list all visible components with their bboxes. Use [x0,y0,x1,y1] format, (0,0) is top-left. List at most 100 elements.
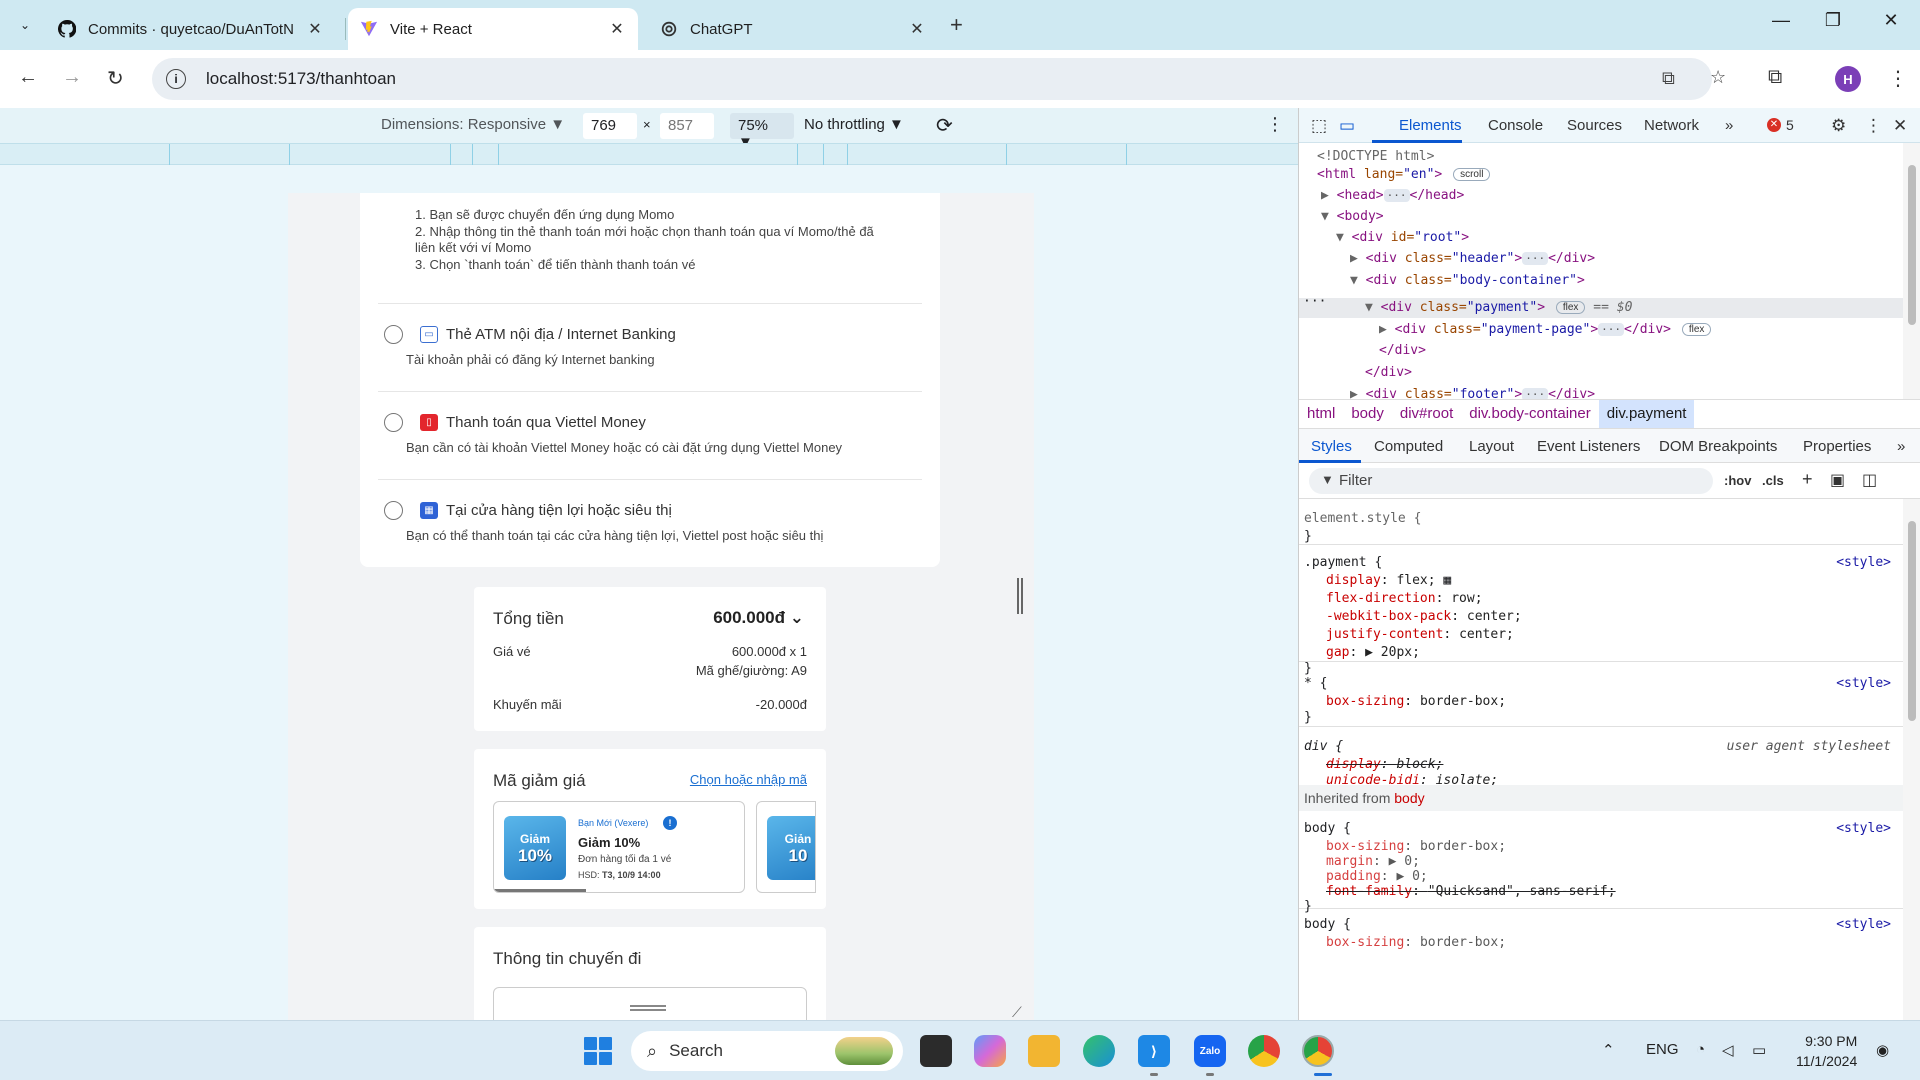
coupon-item[interactable]: Giản 10 [756,801,816,893]
forward-icon[interactable]: → [62,66,82,89]
collapse-arrow-icon[interactable]: ▼ [1336,230,1344,245]
tab-close-icon[interactable]: ✕ [306,19,324,39]
radio-button[interactable] [384,413,403,432]
height-input[interactable]: 857 [660,113,714,139]
collapsed-ellipsis[interactable]: ··· [1598,323,1625,336]
breadcrumb-html[interactable]: html [1299,400,1343,428]
row-options-icon[interactable]: ··· [1303,294,1326,309]
windows-start-icon[interactable] [584,1037,612,1065]
tab-layout[interactable]: Layout [1469,438,1514,455]
system-clock[interactable]: 9:30 PM 11/1/2024 [1796,1031,1857,1071]
rule-universal[interactable]: * { <style> box-sizing: border-box; } [1299,662,1903,727]
chrome-profile-icon[interactable] [1302,1035,1334,1067]
more-tabs-icon[interactable]: » [1725,117,1733,134]
more-subtabs-icon[interactable]: » [1897,438,1905,455]
rule-source-link[interactable]: <style> [1836,676,1891,691]
task-view-icon[interactable] [920,1035,952,1067]
rule-element-style[interactable]: element.style { } [1299,499,1903,545]
tab-computed[interactable]: Computed [1374,438,1443,455]
tab-search-button[interactable]: ⌄ [12,12,38,38]
dimensions-select[interactable]: Dimensions: Responsive ▼ [381,116,565,133]
chrome-menu-icon[interactable]: ⋮ [1888,66,1908,91]
battery-icon[interactable]: ▭ [1752,1041,1766,1059]
tab-dom-breakpoints[interactable]: DOM Breakpoints [1659,438,1777,455]
reload-icon[interactable]: ↻ [107,66,124,91]
dom-node-head[interactable]: ▶ <head> ··· </head> [1321,188,1464,203]
tab-commits[interactable]: Commits · quyetcao/DuAnTotN ✕ [46,8,336,50]
dom-scrollbar[interactable] [1903,143,1920,399]
styles-scrollbar[interactable] [1903,499,1920,1020]
tab-chatgpt[interactable]: ChatGPT ✕ [648,8,938,50]
breadcrumb-root[interactable]: div#root [1392,400,1461,428]
collapsed-ellipsis[interactable]: ··· [1522,252,1549,265]
copilot-icon[interactable] [974,1035,1006,1067]
css-property-overridden[interactable]: font-family: "Quicksand", sans-serif; [1326,884,1616,899]
css-property[interactable]: box-sizing: border-box; [1326,694,1506,709]
inspect-element-icon[interactable]: ⬚ [1311,116,1327,136]
throttling-select[interactable]: No throttling ▼ [804,116,904,133]
breadcrumb-payment[interactable]: div.payment [1598,400,1695,428]
inherited-element-link[interactable]: body [1394,790,1424,806]
radio-button[interactable] [384,501,403,520]
zoom-select[interactable]: 75% ▼ [730,113,794,151]
css-property[interactable]: margin: ▶ 0; [1326,854,1420,869]
rule-source-link[interactable]: <style> [1836,555,1891,570]
collapsed-ellipsis[interactable]: ··· [1522,388,1549,399]
profile-avatar[interactable]: H [1835,66,1861,92]
rotate-icon[interactable]: ⟳ [936,113,953,138]
address-bar[interactable]: i localhost:5173/thanhtoan ⧉ ☆ [152,58,1726,100]
viewport-resize-handle-right[interactable] [1017,578,1023,614]
styles-filter-input[interactable]: ▼ Filter [1309,468,1713,494]
tab-close-icon[interactable]: ✕ [608,19,626,39]
expand-arrow-icon[interactable]: ▶ [1350,251,1358,266]
payment-option-store[interactable]: ▦ Tại cửa hàng tiện lợi hoặc siêu thị Bạ… [384,501,924,551]
tab-console[interactable]: Console [1488,117,1543,134]
width-input[interactable]: 769 [583,113,637,139]
css-property[interactable]: gap: ▶ 20px; [1326,645,1420,660]
show-hidden-icons[interactable]: ⌃ [1602,1041,1615,1059]
dom-node-footer[interactable]: ▶ <div class="footer"> ··· </div> [1350,387,1595,399]
settings-gear-icon[interactable]: ⚙ [1831,116,1846,136]
file-explorer-icon[interactable] [1028,1035,1060,1067]
expand-arrow-icon[interactable]: ▶ [1379,322,1387,337]
flex-badge[interactable]: flex [1681,323,1712,336]
rule-body[interactable]: body { <style> box-sizing: border-box; m… [1299,811,1903,914]
language-indicator[interactable]: ENG [1646,1041,1679,1058]
rule-source-link[interactable]: <style> [1836,821,1891,836]
device-more-icon[interactable]: ⋮ [1266,114,1284,135]
tab-event-listeners[interactable]: Event Listeners [1537,438,1640,455]
notification-bell-icon[interactable]: ◉ [1876,1041,1889,1059]
bookmark-star-icon[interactable]: ☆ [1710,67,1726,88]
payment-option-viettel-money[interactable]: ▯ Thanh toán qua Viettel Money Bạn cần c… [384,413,924,463]
zalo-icon[interactable]: Zalo [1194,1035,1226,1067]
error-count-badge[interactable]: ✕ 5 [1767,117,1794,133]
radio-button[interactable] [384,325,403,344]
volume-icon[interactable]: ◁ [1722,1041,1734,1059]
device-toggle-icon[interactable]: ▭ [1339,116,1355,136]
cls-toggle[interactable]: .cls [1762,473,1784,488]
rule-source-link[interactable]: <style> [1836,917,1891,932]
expand-arrow-icon[interactable]: ▶ [1321,188,1329,203]
dom-doctype[interactable]: <!DOCTYPE html> [1317,149,1434,164]
css-property[interactable]: box-sizing: border-box; [1326,839,1506,854]
dom-close-tag[interactable]: </div> [1365,365,1412,380]
add-rule-icon[interactable]: + [1802,469,1813,490]
translate-icon[interactable]: ⧉ [1662,68,1675,89]
info-icon[interactable]: ! [663,816,677,830]
dom-close-tag[interactable]: </div> [1379,343,1426,358]
devtools-menu-icon[interactable]: ⋮ [1865,116,1882,136]
tab-sources[interactable]: Sources [1567,117,1622,134]
close-window-icon[interactable]: ✕ [1868,10,1914,31]
sidebar-toggle-icon[interactable]: ◫ [1862,470,1877,490]
collapse-arrow-icon[interactable]: ▼ [1365,300,1373,315]
dom-node-payment-page[interactable]: ▶ <div class="payment-page"> ··· </div> fl… [1379,322,1712,337]
wifi-icon[interactable]: ◔ [1696,1041,1705,1058]
css-property[interactable]: flex-direction: row; [1326,591,1483,606]
maximize-icon[interactable]: ❐ [1810,10,1856,31]
dom-node-root[interactable]: ▼ <div id="root"> [1336,230,1469,245]
collapse-arrow-icon[interactable]: ▼ [1321,209,1329,224]
tab-close-icon[interactable]: ✕ [908,19,926,39]
hov-toggle[interactable]: :hov [1724,473,1751,488]
css-property-overridden[interactable]: display: block; [1326,757,1443,772]
taskbar-search[interactable]: ⌕ Search [631,1031,903,1071]
